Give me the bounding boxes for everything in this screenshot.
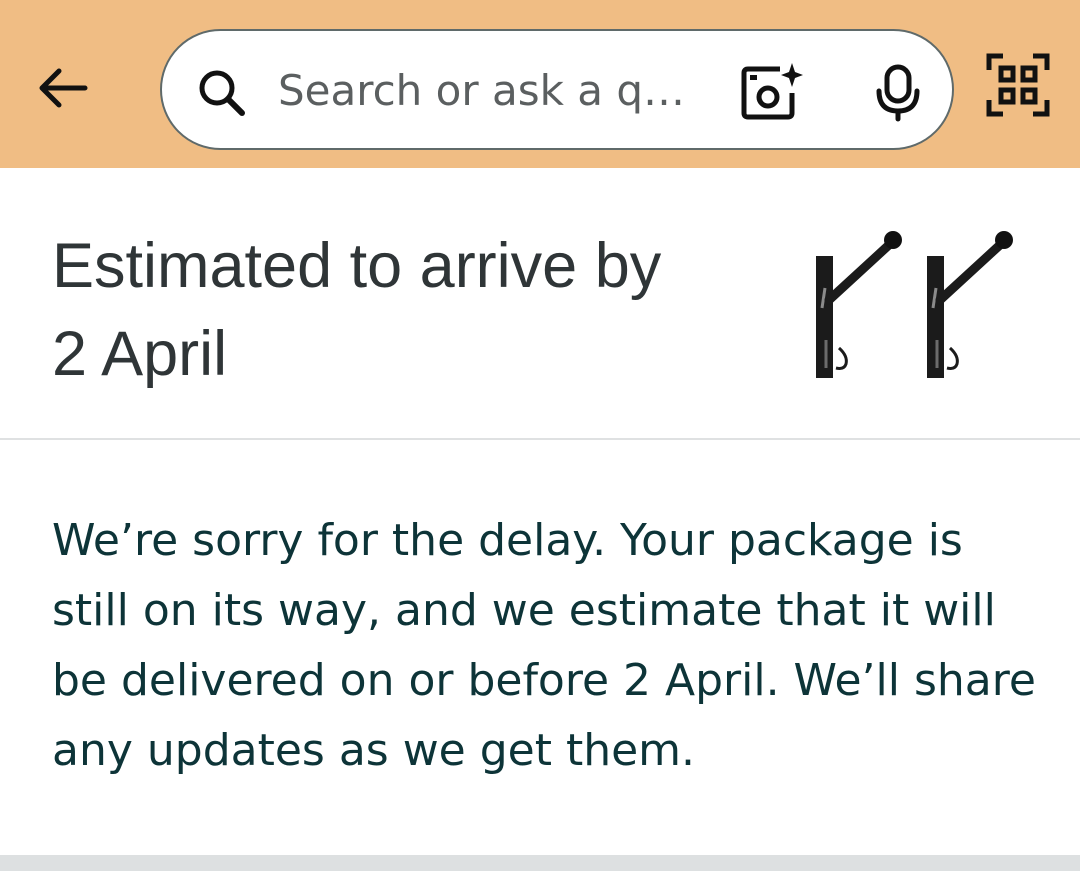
arrow-left-icon [39, 68, 88, 108]
search-bar[interactable]: Search or ask a qu… [160, 29, 954, 150]
scan-button[interactable] [985, 52, 1051, 118]
estimate-title-line1: Estimated to arrive by [52, 231, 662, 301]
top-header: Search or ask a qu… [0, 0, 1080, 168]
wall-hooks-product-image[interactable] [800, 218, 1032, 388]
camera-sparkle-icon [741, 63, 803, 120]
qr-scan-icon [986, 53, 1050, 117]
voice-search-button[interactable] [866, 61, 930, 125]
delivery-estimate-title: Estimated to arrive by 2 April [52, 222, 772, 398]
delivery-estimate-section: Estimated to arrive by 2 April [0, 168, 1080, 440]
back-button[interactable] [30, 55, 96, 121]
microphone-icon [876, 64, 920, 122]
delay-message: We’re sorry for the delay. Your package … [52, 515, 1036, 776]
camera-search-button[interactable] [740, 61, 804, 125]
estimate-date: 2 April [52, 319, 228, 389]
search-input[interactable]: Search or ask a qu… [278, 63, 708, 119]
search-icon [199, 70, 245, 116]
section-divider-bar [0, 855, 1080, 871]
